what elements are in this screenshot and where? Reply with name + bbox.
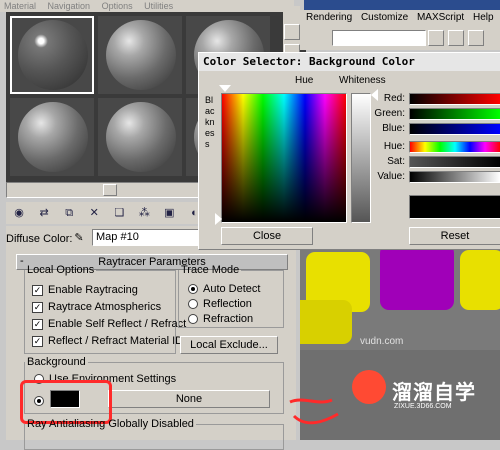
reflection-radio[interactable]: Reflection bbox=[188, 297, 252, 311]
background-legend: Background bbox=[27, 356, 86, 368]
menu-help[interactable]: Help bbox=[473, 12, 494, 23]
red-scribble bbox=[289, 398, 339, 425]
radio-label: Refraction bbox=[203, 313, 254, 325]
material-sphere bbox=[18, 20, 88, 90]
max-toolbar bbox=[300, 26, 500, 50]
unique-icon[interactable]: ⁂ bbox=[137, 206, 151, 220]
menu-maxscript[interactable]: MAXScript bbox=[417, 12, 464, 23]
yellow-box bbox=[300, 300, 352, 344]
blue-slider[interactable] bbox=[409, 123, 500, 135]
menu-material[interactable]: Material bbox=[4, 1, 36, 11]
whiteness-label: Whiteness bbox=[339, 75, 386, 86]
yellow-box bbox=[460, 250, 500, 310]
antialias-legend: Ray Antialiasing Globally Disabled bbox=[27, 418, 194, 430]
reset-button[interactable]: Reset bbox=[409, 227, 500, 245]
watermark-subtext: ZIXUE.3D66.COM bbox=[394, 403, 452, 410]
check-icon: ✓ bbox=[32, 335, 43, 347]
max-menubar: Rendering Customize MAXScript Help bbox=[300, 10, 500, 26]
menu-utilities[interactable]: Utilities bbox=[144, 1, 173, 11]
local-exclude-button[interactable]: Local Exclude... bbox=[180, 336, 278, 354]
menu-customize[interactable]: Customize bbox=[361, 12, 408, 23]
put-to-library-icon[interactable]: ▣ bbox=[162, 206, 176, 220]
material-sphere bbox=[106, 20, 176, 90]
radio-icon bbox=[188, 284, 198, 295]
put-to-scene-icon[interactable]: ⇄ bbox=[37, 206, 51, 220]
color-selector-dialog: Color Selector: Background Color Hue Whi… bbox=[198, 52, 500, 250]
green-label: Green: bbox=[374, 108, 405, 119]
green-slider[interactable] bbox=[409, 108, 500, 120]
material-slot[interactable] bbox=[98, 98, 182, 176]
antialias-group: Ray Antialiasing Globally Disabled bbox=[24, 418, 284, 450]
material-sphere bbox=[18, 102, 88, 172]
menu-rendering[interactable]: Rendering bbox=[306, 12, 352, 23]
menu-navigation[interactable]: Navigation bbox=[48, 1, 91, 11]
menu-options[interactable]: Options bbox=[102, 1, 133, 11]
watermark-url: vudn.com bbox=[360, 336, 404, 347]
check-icon: ✓ bbox=[32, 318, 43, 330]
check-icon: ✓ bbox=[32, 301, 43, 313]
checkbox-label: Raytrace Atmospherics bbox=[48, 301, 162, 313]
max-title-bar bbox=[304, 0, 500, 10]
selection-set-dropdown[interactable] bbox=[332, 30, 426, 46]
material-sphere bbox=[106, 102, 176, 172]
dialog-title: Color Selector: Background Color bbox=[199, 53, 500, 71]
sat-slider[interactable] bbox=[409, 156, 500, 168]
radio-label: Reflection bbox=[203, 298, 252, 310]
self-reflect-checkbox[interactable]: ✓ Enable Self Reflect / Refract bbox=[32, 317, 186, 331]
watermark-brand: 溜溜自学 bbox=[392, 382, 476, 404]
hue-slider-label: Hue: bbox=[383, 141, 405, 152]
trace-mode-legend: Trace Mode bbox=[181, 264, 240, 276]
value-slider[interactable] bbox=[409, 171, 500, 183]
current-color-swatch bbox=[409, 195, 500, 219]
hue-slider[interactable] bbox=[409, 141, 500, 153]
sat-label: Sat: bbox=[387, 156, 405, 167]
auto-detect-radio[interactable]: Auto Detect bbox=[188, 282, 260, 296]
checkbox-label: Enable Self Reflect / Refract bbox=[48, 318, 187, 330]
blackness-label: Blackness bbox=[205, 95, 215, 149]
checkbox-label: Enable Raytracing bbox=[48, 284, 138, 296]
copy-material-icon[interactable]: ❏ bbox=[112, 206, 126, 220]
toolbar-icon[interactable] bbox=[448, 30, 464, 46]
red-slider[interactable] bbox=[409, 93, 500, 105]
raytrace-atmospherics-checkbox[interactable]: ✓ Raytrace Atmospherics bbox=[32, 300, 161, 314]
toolbar-icon[interactable] bbox=[468, 30, 484, 46]
material-ids-checkbox[interactable]: ✓ Reflect / Refract Material IDs bbox=[32, 334, 189, 348]
pin-icon[interactable] bbox=[284, 24, 300, 40]
hue-label: Hue bbox=[295, 75, 314, 86]
close-button[interactable]: Close bbox=[221, 227, 313, 245]
eyedropper-icon[interactable]: ✎ bbox=[72, 231, 86, 245]
toolbar-icon[interactable] bbox=[428, 30, 444, 46]
value-label: Value: bbox=[377, 171, 405, 182]
hue-marker-icon[interactable] bbox=[219, 85, 231, 92]
blackness-marker-icon[interactable] bbox=[215, 213, 222, 225]
blue-label: Blue: bbox=[382, 123, 405, 134]
material-slot[interactable] bbox=[10, 98, 94, 176]
refraction-radio[interactable]: Refraction bbox=[188, 312, 253, 326]
check-icon: ✓ bbox=[32, 284, 43, 296]
red-label: Red: bbox=[383, 93, 405, 104]
local-options-legend: Local Options bbox=[27, 264, 95, 276]
radio-icon bbox=[188, 314, 198, 325]
brand-logo-icon bbox=[352, 370, 386, 404]
scrollbar-thumb[interactable] bbox=[103, 184, 117, 196]
background-map-button[interactable]: None bbox=[108, 390, 270, 408]
get-material-icon[interactable]: ◉ bbox=[12, 206, 26, 220]
material-slot[interactable] bbox=[10, 16, 94, 94]
checkbox-label: Reflect / Refract Material IDs bbox=[48, 335, 189, 347]
material-editor-menubar: Material Navigation Options Utilities bbox=[0, 0, 294, 12]
radio-icon bbox=[188, 299, 198, 310]
hue-blackness-square[interactable] bbox=[221, 93, 347, 223]
assign-material-icon[interactable]: ⧉ bbox=[62, 206, 76, 220]
radio-label: Auto Detect bbox=[203, 283, 261, 295]
diffuse-color-label: Diffuse Color: bbox=[6, 233, 73, 245]
material-slot[interactable] bbox=[98, 16, 182, 94]
enable-raytracing-checkbox[interactable]: ✓ Enable Raytracing bbox=[32, 283, 138, 297]
scribble-path bbox=[289, 398, 339, 425]
delete-icon[interactable]: ✕ bbox=[87, 206, 101, 220]
purple-box bbox=[380, 244, 454, 310]
